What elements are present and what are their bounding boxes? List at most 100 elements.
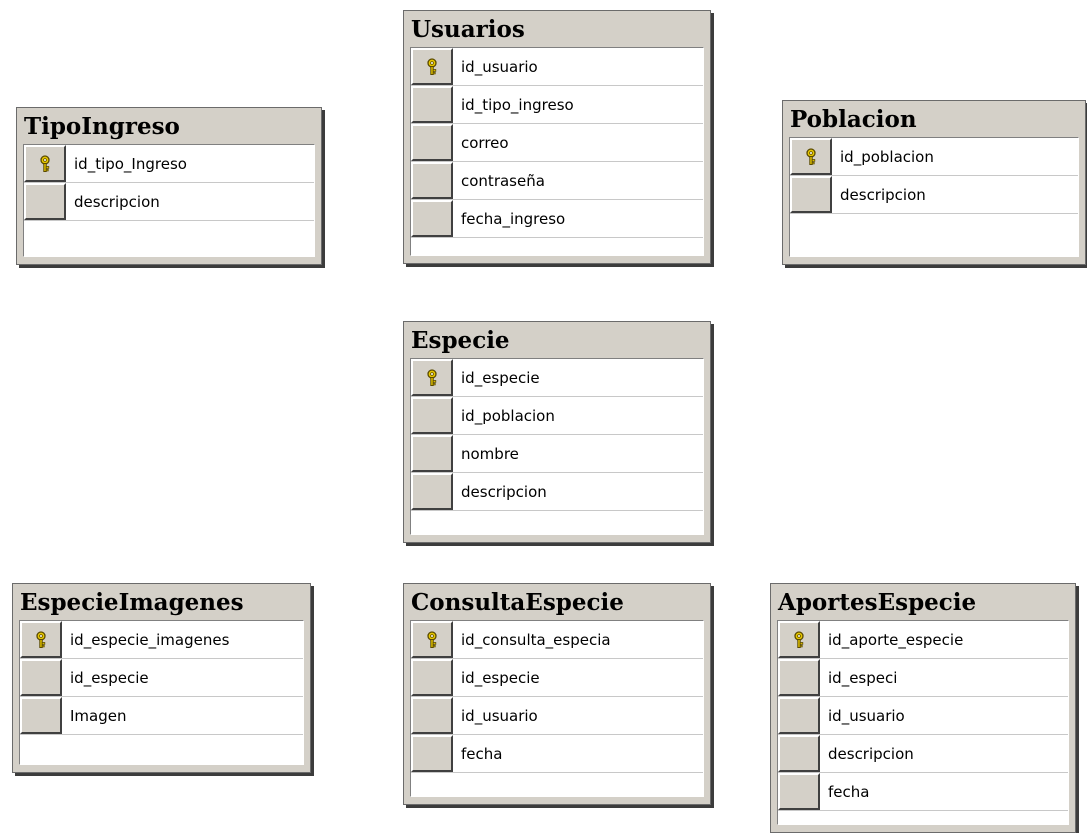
table-title: TipoIngreso [24, 113, 180, 140]
table-title: Usuarios [411, 16, 525, 43]
row-selector[interactable] [411, 48, 453, 85]
table-title: Poblacion [790, 106, 917, 133]
primary-key-icon [794, 630, 804, 648]
table-especieimagenes[interactable]: EspecieImagenes id_especie_imagenes id_esp… [12, 583, 311, 773]
row-selector[interactable] [778, 773, 820, 810]
column-name: fecha [461, 744, 503, 763]
table-aportesespecie[interactable]: AportesEspecie id_aporte_especie id_especi… [770, 583, 1076, 833]
row-selector[interactable] [411, 735, 453, 772]
column-row[interactable]: id_usuario [411, 48, 703, 86]
column-row[interactable]: fecha [411, 735, 703, 773]
row-selector[interactable] [411, 621, 453, 658]
column-row[interactable]: contraseña [411, 162, 703, 200]
column-row[interactable]: descripcion [790, 176, 1078, 214]
row-selector[interactable] [24, 183, 66, 220]
row-selector[interactable] [411, 697, 453, 734]
primary-key-icon [36, 630, 46, 648]
column-row[interactable]: id_usuario [411, 697, 703, 735]
table-consultaespecie[interactable]: ConsultaEspecie id_consulta_especia id_esp… [403, 583, 711, 805]
table-title: Especie [411, 327, 510, 354]
row-selector[interactable] [778, 697, 820, 734]
column-name: id_poblacion [461, 406, 555, 425]
column-name: nombre [461, 444, 519, 463]
column-grid: id_especie_imagenes id_especie Imagen [19, 620, 304, 765]
column-name: descripcion [828, 744, 914, 763]
column-row[interactable]: fecha [778, 773, 1068, 811]
column-grid: id_poblacion descripcion [789, 137, 1079, 257]
row-selector[interactable] [20, 621, 62, 658]
row-selector[interactable] [778, 621, 820, 658]
column-name: id_consulta_especia [461, 630, 611, 649]
column-grid: id_usuario id_tipo_ingresocorreo contraseñ… [410, 47, 704, 256]
column-row[interactable]: descripcion [411, 473, 703, 511]
row-selector[interactable] [411, 435, 453, 472]
column-name: id_tipo_ingreso [461, 95, 574, 114]
row-selector[interactable] [790, 138, 832, 175]
primary-key-icon [427, 368, 437, 386]
column-row[interactable]: id_poblacion [411, 397, 703, 435]
column-grid: id_aporte_especie id_especi id_usuariodesc… [777, 620, 1069, 825]
row-selector[interactable] [411, 124, 453, 161]
row-selector[interactable] [411, 359, 453, 396]
column-row[interactable]: id_tipo_Ingreso [24, 145, 314, 183]
row-selector[interactable] [790, 176, 832, 213]
table-poblacion[interactable]: Poblacion id_poblacion descripcion [782, 100, 1086, 265]
column-row[interactable]: id_consulta_especia [411, 621, 703, 659]
column-row[interactable]: id_tipo_ingreso [411, 86, 703, 124]
column-row[interactable]: Imagen [20, 697, 303, 735]
column-name: id_aporte_especie [828, 630, 964, 649]
column-grid: id_especie id_poblacionnombre descripcion [410, 358, 704, 535]
column-name: id_usuario [461, 57, 538, 76]
row-selector[interactable] [411, 659, 453, 696]
column-row[interactable]: nombre [411, 435, 703, 473]
column-name: fecha [828, 782, 870, 801]
row-selector[interactable] [20, 659, 62, 696]
column-name: id_especi [828, 668, 898, 687]
column-row[interactable]: id_especi [778, 659, 1068, 697]
column-grid: id_tipo_Ingreso descripcion [23, 144, 315, 257]
table-tipoingreso[interactable]: TipoIngreso id_tipo_Ingreso descripcion [16, 107, 322, 265]
primary-key-icon [427, 57, 437, 75]
column-name: fecha_ingreso [461, 209, 566, 228]
row-selector[interactable] [411, 86, 453, 123]
column-name: id_especie [461, 368, 540, 387]
column-name: id_usuario [828, 706, 905, 725]
column-row[interactable]: id_aporte_especie [778, 621, 1068, 659]
table-title: EspecieImagenes [20, 589, 244, 616]
column-row[interactable]: id_especie [20, 659, 303, 697]
column-name: id_especie [461, 668, 540, 687]
primary-key-icon [40, 154, 50, 172]
row-selector[interactable] [411, 200, 453, 237]
row-selector[interactable] [778, 735, 820, 772]
column-name: contraseña [461, 171, 545, 190]
column-name: descripcion [840, 185, 926, 204]
column-row[interactable]: descripcion [24, 183, 314, 221]
column-grid: id_consulta_especia id_especie id_usuariof… [410, 620, 704, 797]
column-row[interactable]: id_especie [411, 359, 703, 397]
row-selector[interactable] [20, 697, 62, 734]
column-row[interactable]: id_especie [411, 659, 703, 697]
table-title: AportesEspecie [778, 589, 977, 616]
row-selector[interactable] [411, 473, 453, 510]
column-name: id_especie [70, 668, 149, 687]
column-row[interactable]: id_usuario [778, 697, 1068, 735]
column-name: id_usuario [461, 706, 538, 725]
row-selector[interactable] [778, 659, 820, 696]
column-name: Imagen [70, 706, 127, 725]
column-name: id_poblacion [840, 147, 934, 166]
column-row[interactable]: descripcion [778, 735, 1068, 773]
row-selector[interactable] [411, 162, 453, 199]
table-especie[interactable]: Especie id_especie id_poblacionnombre descr… [403, 321, 711, 543]
column-row[interactable]: fecha_ingreso [411, 200, 703, 238]
column-name: descripcion [461, 482, 547, 501]
table-title: ConsultaEspecie [411, 589, 624, 616]
column-row[interactable]: correo [411, 124, 703, 162]
column-name: descripcion [74, 192, 160, 211]
row-selector[interactable] [411, 397, 453, 434]
primary-key-icon [427, 630, 437, 648]
table-usuarios[interactable]: Usuarios id_usuario id_tipo_ingresocorreo c… [403, 10, 711, 264]
column-row[interactable]: id_poblacion [790, 138, 1078, 176]
primary-key-icon [806, 147, 816, 165]
row-selector[interactable] [24, 145, 66, 182]
column-row[interactable]: id_especie_imagenes [20, 621, 303, 659]
